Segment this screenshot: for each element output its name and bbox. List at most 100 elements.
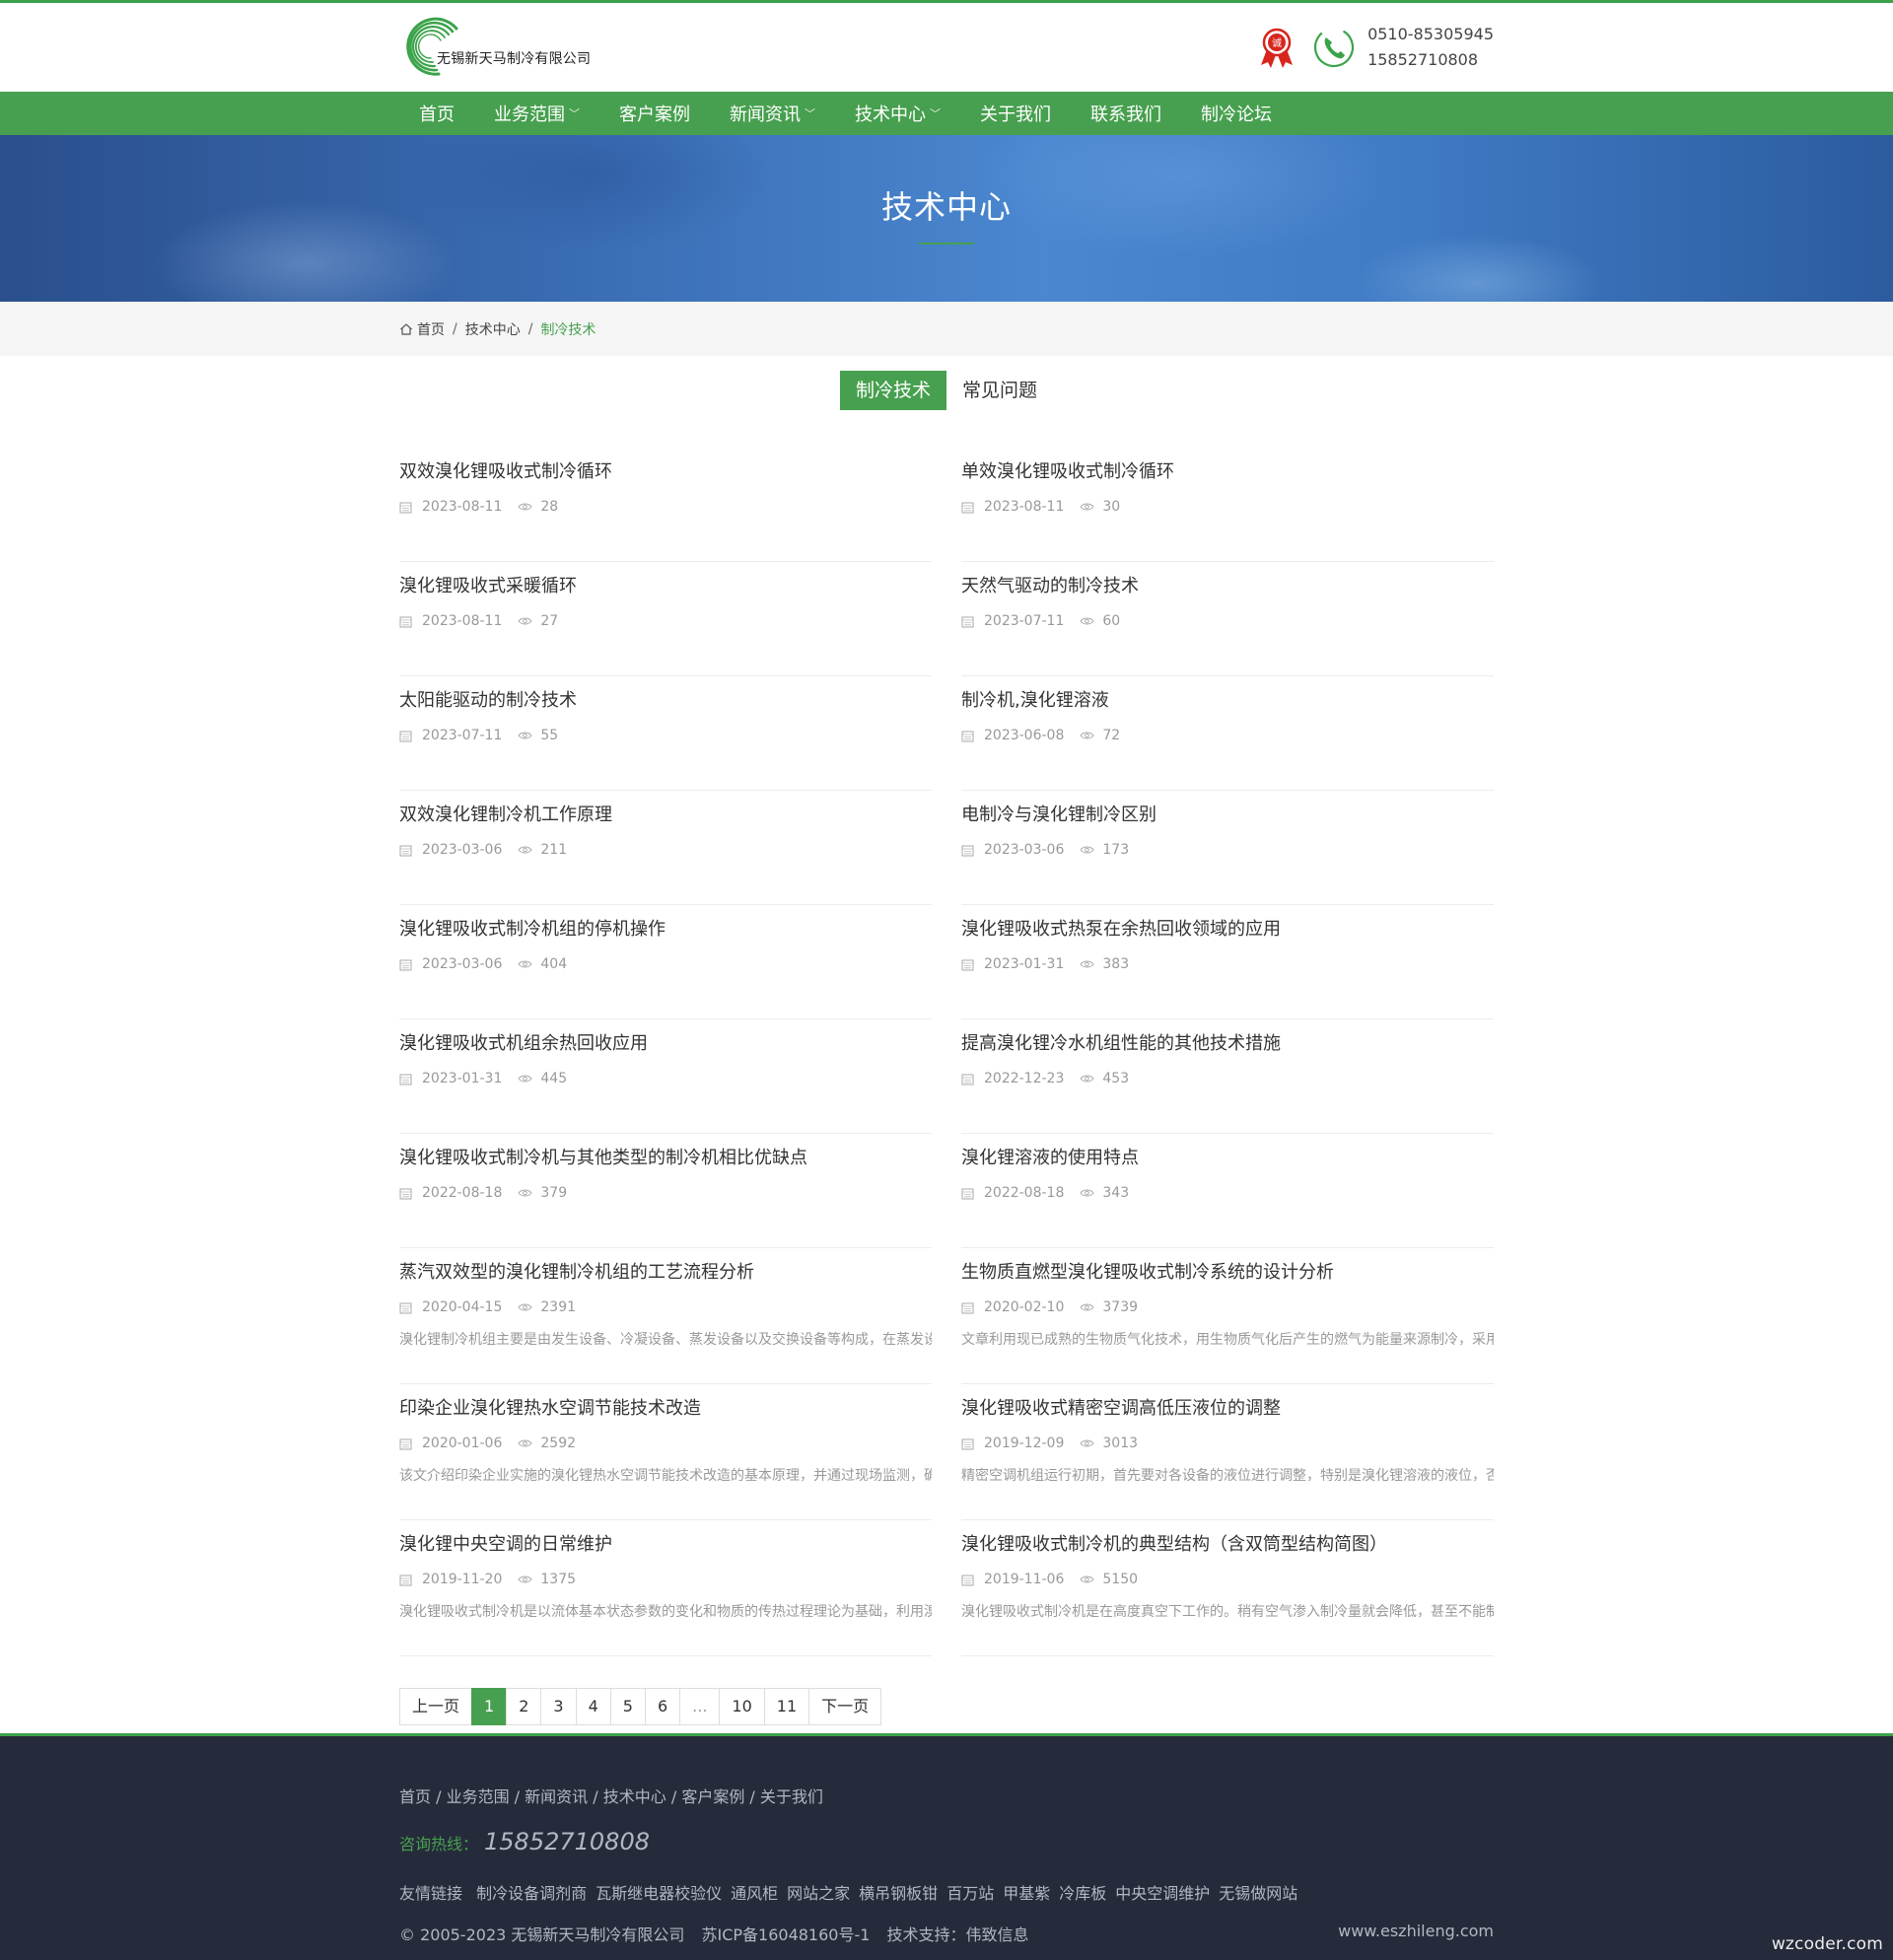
copyright-text: © 2005-2023 无锡新天马制冷有限公司: [399, 1925, 685, 1944]
page-number-button[interactable]: 3: [540, 1688, 577, 1725]
article-title[interactable]: 双效溴化锂制冷机工作原理: [399, 803, 932, 828]
article-title[interactable]: 印染企业溴化锂热水空调节能技术改造: [399, 1396, 932, 1422]
category-tabs: 制冷技术 常见问题: [399, 371, 1494, 410]
friend-link[interactable]: 通风柜: [731, 1884, 778, 1903]
article-title[interactable]: 溴化锂吸收式制冷机的典型结构（含双筒型结构简图）: [961, 1532, 1494, 1558]
article-title[interactable]: 溴化锂吸收式制冷机与其他类型的制冷机相比优缺点: [399, 1146, 932, 1171]
footer-link[interactable]: 首页: [399, 1787, 431, 1806]
page-number-button[interactable]: 2: [506, 1688, 542, 1725]
article-date: 2023-01-31: [422, 1071, 503, 1086]
nav-item[interactable]: 新闻资讯 ﹀: [730, 101, 815, 126]
friend-link[interactable]: 甲基紫: [1003, 1884, 1050, 1903]
article-title[interactable]: 溴化锂吸收式机组余热回收应用: [399, 1031, 932, 1057]
footer-link[interactable]: 关于我们: [760, 1787, 823, 1806]
next-page-button[interactable]: 下一页: [808, 1688, 882, 1725]
footer-link[interactable]: 新闻资讯: [525, 1787, 588, 1806]
chevron-down-icon: ﹀: [569, 107, 580, 120]
page-number-button[interactable]: 11: [763, 1688, 810, 1725]
page-number-button[interactable]: 4: [575, 1688, 611, 1725]
nav-item[interactable]: 首页: [419, 101, 455, 126]
list-item[interactable]: 蒸汽双效型的溴化锂制冷机组的工艺流程分析 2020-04-15 2391 溴化锂制冷机…: [399, 1248, 932, 1384]
list-item[interactable]: 单效溴化锂吸收式制冷循环 2023-08-11 30: [961, 448, 1494, 562]
footer-site-url[interactable]: www.eszhileng.com: [1338, 1922, 1494, 1940]
article-title[interactable]: 溴化锂吸收式采暖循环: [399, 574, 932, 599]
list-item[interactable]: 溴化锂吸收式采暖循环 2023-08-11 27: [399, 562, 932, 676]
list-item[interactable]: 制冷机,溴化锂溶液 2023-06-08 72: [961, 676, 1494, 791]
article-title[interactable]: 溴化锂溶液的使用特点: [961, 1146, 1494, 1171]
list-item[interactable]: 溴化锂吸收式精密空调高低压液位的调整 2019-12-09 3013 精密空调机组运行…: [961, 1384, 1494, 1520]
page-number-button[interactable]: 5: [609, 1688, 646, 1725]
list-item[interactable]: 生物质直燃型溴化锂吸收式制冷系统的设计分析 2020-02-10 3739 文章利用现…: [961, 1248, 1494, 1384]
list-item[interactable]: 提高溴化锂冷水机组性能的其他技术措施 2022-12-23 453: [961, 1019, 1494, 1134]
main-content: 制冷技术 常见问题 双效溴化锂吸收式制冷循环 2023-08-11 28 单效溴化锂吸收…: [399, 371, 1494, 1725]
friend-link[interactable]: 瓦斯继电器校验仪: [596, 1884, 722, 1903]
article-date: 2020-02-10: [984, 1299, 1065, 1315]
nav-item-label: 制冷论坛: [1201, 105, 1272, 125]
article-title[interactable]: 溴化锂吸收式精密空调高低压液位的调整: [961, 1396, 1494, 1422]
nav-item[interactable]: 关于我们: [980, 101, 1051, 126]
article-meta: 2023-07-11 55: [399, 728, 932, 743]
nav-item[interactable]: 制冷论坛: [1201, 101, 1272, 126]
page-number-button[interactable]: 10: [719, 1688, 765, 1725]
list-item[interactable]: 溴化锂吸收式机组余热回收应用 2023-01-31 445: [399, 1019, 932, 1134]
calendar-icon: [399, 1575, 412, 1585]
footer-link[interactable]: 技术中心: [603, 1787, 666, 1806]
list-item[interactable]: 溴化锂吸收式制冷机组的停机操作 2023-03-06 404: [399, 905, 932, 1019]
site-logo[interactable]: 无锡新天马制冷有限公司: [399, 15, 591, 80]
article-meta: 2023-07-11 60: [961, 613, 1494, 629]
breadcrumb-home[interactable]: 首页: [417, 319, 445, 339]
tab-refrigeration-tech[interactable]: 制冷技术: [839, 371, 946, 410]
article-title[interactable]: 生物质直燃型溴化锂吸收式制冷系统的设计分析: [961, 1260, 1494, 1286]
list-item[interactable]: 太阳能驱动的制冷技术 2023-07-11 55: [399, 676, 932, 791]
list-item[interactable]: 溴化锂吸收式制冷机与其他类型的制冷机相比优缺点 2022-08-18 379: [399, 1134, 932, 1248]
article-title[interactable]: 溴化锂吸收式制冷机组的停机操作: [399, 917, 932, 943]
article-title[interactable]: 溴化锂中央空调的日常维护: [399, 1532, 932, 1558]
list-item[interactable]: 溴化锂溶液的使用特点 2022-08-18 343: [961, 1134, 1494, 1248]
list-item[interactable]: 天然气驱动的制冷技术 2023-07-11 60: [961, 562, 1494, 676]
list-item[interactable]: 双效溴化锂吸收式制冷循环 2023-08-11 28: [399, 448, 932, 562]
nav-item[interactable]: 业务范围 ﹀: [494, 101, 580, 126]
calendar-icon: [399, 731, 412, 741]
friend-link[interactable]: 冷库板: [1059, 1884, 1106, 1903]
nav-item[interactable]: 客户案例: [619, 101, 690, 126]
page-number-button[interactable]: 1: [471, 1688, 508, 1725]
friend-link[interactable]: 制冷设备调剂商: [476, 1884, 587, 1903]
nav-item-label: 客户案例: [619, 105, 690, 125]
breadcrumb-tech-center[interactable]: 技术中心: [465, 319, 521, 339]
article-title[interactable]: 蒸汽双效型的溴化锂制冷机组的工艺流程分析: [399, 1260, 932, 1286]
article-title[interactable]: 太阳能驱动的制冷技术: [399, 688, 932, 714]
nav-item[interactable]: 联系我们: [1090, 101, 1161, 126]
icp-link[interactable]: 苏ICP备16048160号-1: [701, 1925, 870, 1944]
article-title[interactable]: 单效溴化锂吸收式制冷循环: [961, 459, 1494, 485]
footer-link[interactable]: 业务范围: [447, 1787, 510, 1806]
article-title[interactable]: 提高溴化锂冷水机组性能的其他技术措施: [961, 1031, 1494, 1057]
friend-link[interactable]: 横吊钢板钳: [859, 1884, 938, 1903]
article-views: 379: [518, 1185, 567, 1201]
nav-item[interactable]: 技术中心 ﹀: [855, 101, 941, 126]
article-date: 2022-08-18: [422, 1185, 503, 1201]
article-title[interactable]: 制冷机,溴化锂溶液: [961, 688, 1494, 714]
list-item[interactable]: 印染企业溴化锂热水空调节能技术改造 2020-01-06 2592 该文介绍印染企业实…: [399, 1384, 932, 1520]
friend-link[interactable]: 网站之家: [787, 1884, 850, 1903]
footer-link-separator: /: [744, 1787, 760, 1806]
friend-link[interactable]: 无锡做网站: [1219, 1884, 1297, 1903]
footer-link[interactable]: 客户案例: [681, 1787, 744, 1806]
list-item[interactable]: 电制冷与溴化锂制冷区别 2023-03-06 173: [961, 791, 1494, 905]
article-title[interactable]: 双效溴化锂吸收式制冷循环: [399, 459, 932, 485]
page-number-button[interactable]: 6: [644, 1688, 681, 1725]
article-title[interactable]: 天然气驱动的制冷技术: [961, 574, 1494, 599]
friend-link[interactable]: 百万站: [946, 1884, 994, 1903]
article-meta: 2020-04-15 2391: [399, 1299, 932, 1315]
list-item[interactable]: 溴化锂中央空调的日常维护 2019-11-20 1375 溴化锂吸收式制冷机是以流体基…: [399, 1520, 932, 1656]
banner-title: 技术中心: [880, 188, 1012, 226]
article-meta: 2020-02-10 3739: [961, 1299, 1494, 1315]
list-item[interactable]: 双效溴化锂制冷机工作原理 2023-03-06 211: [399, 791, 932, 905]
article-title[interactable]: 溴化锂吸收式热泵在余热回收领域的应用: [961, 917, 1494, 943]
article-title[interactable]: 电制冷与溴化锂制冷区别: [961, 803, 1494, 828]
list-item[interactable]: 溴化锂吸收式热泵在余热回收领域的应用 2023-01-31 383: [961, 905, 1494, 1019]
calendar-icon: [399, 1438, 412, 1449]
list-item[interactable]: 溴化锂吸收式制冷机的典型结构（含双筒型结构简图） 2019-11-06 5150 溴化…: [961, 1520, 1494, 1656]
friend-link[interactable]: 中央空调维护: [1115, 1884, 1210, 1903]
prev-page-button[interactable]: 上一页: [399, 1688, 473, 1725]
tab-faq[interactable]: 常见问题: [946, 371, 1053, 410]
